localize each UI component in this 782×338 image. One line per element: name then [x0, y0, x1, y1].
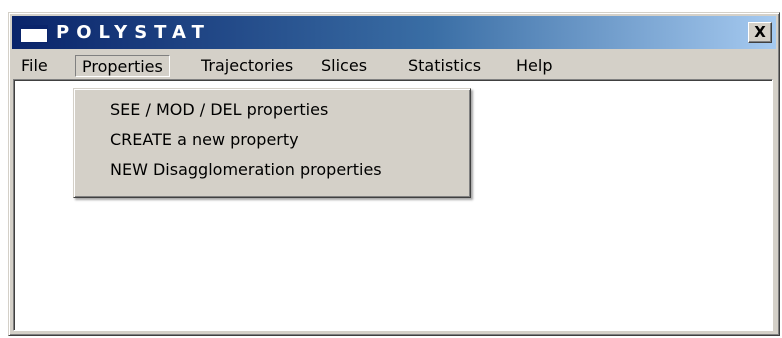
- menu-item-new-disagglomeration-properties[interactable]: NEW Disagglomeration properties: [74, 155, 470, 185]
- properties-dropdown-menu: SEE / MOD / DEL properties CREATE a new …: [73, 88, 471, 198]
- menu-file[interactable]: File: [15, 55, 54, 77]
- menu-help[interactable]: Help: [510, 55, 558, 77]
- app-window-icon: [20, 25, 48, 43]
- menu-item-create-new-property[interactable]: CREATE a new property: [74, 125, 470, 155]
- menu-bar: File Properties Trajectories Slices Stat…: [12, 51, 776, 79]
- menu-statistics[interactable]: Statistics: [402, 55, 487, 77]
- menu-slices[interactable]: Slices: [315, 55, 373, 77]
- menu-properties[interactable]: Properties: [75, 55, 170, 77]
- window-title: POLYSTAT: [56, 22, 211, 43]
- close-button[interactable]: X: [748, 22, 772, 43]
- menu-item-see-mod-del-properties[interactable]: SEE / MOD / DEL properties: [74, 95, 470, 125]
- title-bar[interactable]: POLYSTAT X: [12, 16, 776, 49]
- menu-trajectories[interactable]: Trajectories: [195, 55, 299, 77]
- close-icon: X: [754, 23, 766, 41]
